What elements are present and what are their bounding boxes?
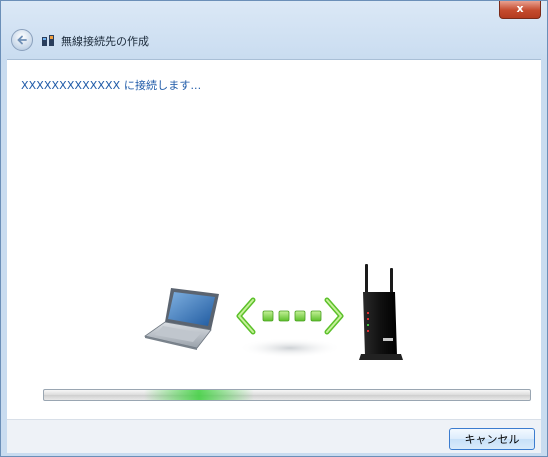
laptop-icon <box>144 288 219 350</box>
back-arrow-icon <box>17 35 27 45</box>
connection-status-text: XXXXXXXXXXXXX に接続します... <box>21 79 202 92</box>
back-button[interactable] <box>11 29 33 51</box>
close-button[interactable]: x <box>499 1 541 19</box>
cancel-button[interactable]: キャンセル <box>449 428 535 450</box>
wizard-window: x 無線接続先の作成 XXXXXXXXXXXXX に接続します... キャンセル <box>0 0 548 457</box>
progress-indicator <box>144 390 254 400</box>
close-icon: x <box>516 2 524 15</box>
wireless-network-icon <box>42 35 54 46</box>
wizard-header: 無線接続先の作成 <box>7 23 541 57</box>
wizard-content: XXXXXXXXXXXXX に接続します... <box>7 59 541 420</box>
connection-arrows-icon <box>236 297 344 358</box>
connection-progress-bar <box>43 389 531 401</box>
wizard-footer: キャンセル <box>7 419 541 453</box>
wireless-router-icon <box>359 264 403 360</box>
window-title: 無線接続先の作成 <box>61 35 149 48</box>
